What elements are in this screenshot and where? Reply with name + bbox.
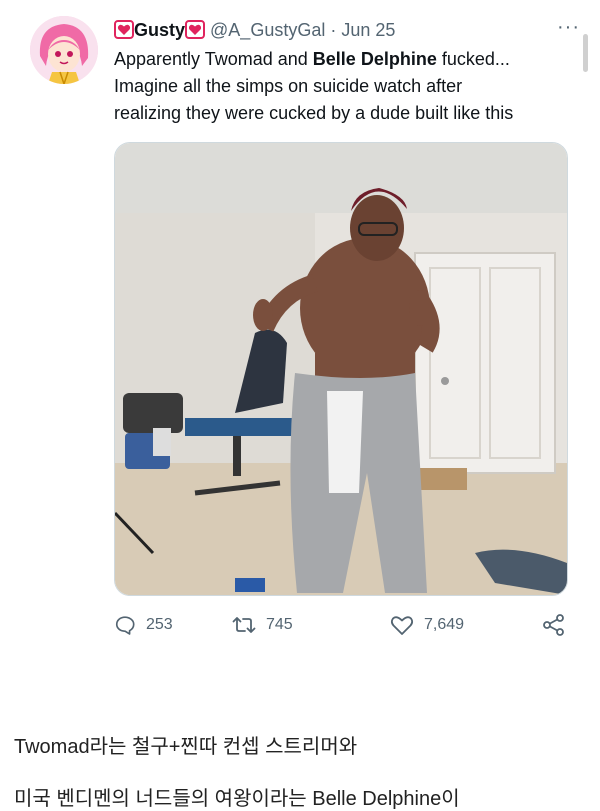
- like-icon: [390, 614, 414, 636]
- retweet-icon: [232, 614, 256, 636]
- tweet-text: Apparently Twomad and Belle Delphine fuc…: [114, 46, 574, 127]
- tweet-actions-bar: 253 745 7,649: [114, 610, 574, 640]
- like-button[interactable]: 7,649: [390, 610, 464, 640]
- user-avatar[interactable]: [30, 16, 98, 84]
- display-name[interactable]: Gusty: [134, 20, 185, 40]
- tweet-text-line1-pre: Apparently Twomad and: [114, 49, 313, 69]
- like-count: 7,649: [424, 616, 465, 633]
- user-handle[interactable]: @A_GustyGal: [210, 20, 325, 40]
- tweet-card: Gusty @A_GustyGal · Jun 25 ··· Apparentl…: [0, 0, 600, 660]
- reply-icon: [114, 614, 136, 636]
- heart-icon: [185, 20, 206, 44]
- article-text-line1: Twomad라는 철구+찐따 컨셉 스트리머와: [14, 736, 358, 758]
- tweet-header: Gusty @A_GustyGal · Jun 25 ···: [114, 16, 580, 44]
- reply-button[interactable]: 253: [114, 610, 173, 640]
- more-options-icon[interactable]: ···: [557, 16, 580, 39]
- retweet-count: 745: [266, 616, 293, 633]
- share-icon: [542, 614, 566, 636]
- tweet-date[interactable]: · Jun 25: [330, 20, 395, 40]
- reply-count: 253: [146, 616, 173, 633]
- tweet-text-line1-post: fucked...: [436, 49, 510, 69]
- retweet-button[interactable]: 745: [232, 610, 293, 640]
- share-button[interactable]: [542, 610, 566, 640]
- article-text-line2: 미국 벤디멘의 너드들의 여왕이라는 Belle Delphine이: [14, 788, 460, 810]
- tweet-text-line2: Imagine all the simps on suicide watch a…: [114, 76, 463, 96]
- tweet-text-line3: realizing they were cucked by a dude bui…: [114, 103, 514, 123]
- tweet-media-image[interactable]: [114, 142, 568, 596]
- scrollbar[interactable]: [583, 34, 588, 72]
- heart-icon: [114, 20, 134, 44]
- tweet-text-line1-bold: Belle Delphine: [312, 49, 437, 69]
